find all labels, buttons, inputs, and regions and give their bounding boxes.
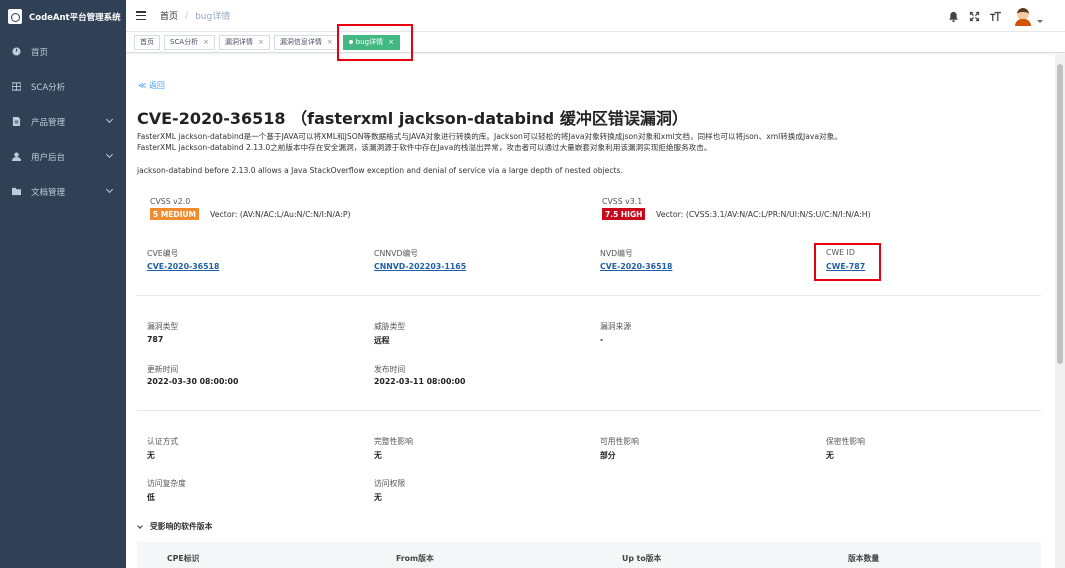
close-icon[interactable]: × [327,38,333,46]
close-icon[interactable]: × [203,38,209,46]
breadcrumb-current: bug详情 [195,12,231,22]
vuln-source-value: - [600,335,604,344]
column-header[interactable]: 版本数量 [848,553,879,564]
breadcrumb-separator: / [185,10,189,21]
breadcrumb: 首页 / bug详情 [160,9,231,23]
nvd-id-label: NVD编号 [600,249,633,258]
availability-value: 部分 [600,451,616,460]
logo-icon [8,9,22,24]
tag-sca[interactable]: SCA分析 × [164,34,215,50]
access-complexity-label: 访问复杂度 [147,479,186,488]
divider [137,410,1041,411]
page-title: CVE-2020-36518 （fasterxml jackson-databi… [137,109,688,128]
tag-vuln-detail[interactable]: 漏洞详情 × [219,34,270,50]
cnnvd-id-link[interactable]: CNNVD-202203-1165 [374,262,466,271]
publish-time-label: 发布时间 [374,365,406,374]
app-logo[interactable]: CodeAnt平台管理系统 [0,0,126,33]
document-icon [12,117,21,126]
affected-versions-toggle[interactable]: 受影响的软件版本 [137,521,213,532]
vuln-type-value: 787 [147,335,164,344]
cvss3-badge: 7.5 HIGH [602,208,646,220]
affected-versions-table-header: CPE标识 From版本 Up to版本 版本数量 [137,542,1041,568]
hamburger-icon[interactable] [136,11,146,20]
dashboard-icon [12,47,21,56]
sidebar-item-label: 首页 [31,47,49,58]
affected-versions-title: 受影响的软件版本 [150,522,213,531]
tags-view: 首页 SCA分析 × 漏洞详情 × 漏洞信息详情 × bug详情 × [126,32,1065,53]
cve-id-label: CVE编号 [147,249,179,258]
tag-vuln-info-detail[interactable]: 漏洞信息详情 × [273,34,339,50]
sidebar-item-docs[interactable]: 文档管理 [0,174,126,209]
access-complexity-value: 低 [147,493,155,502]
highlight-box-cwe [814,243,881,281]
bell-icon[interactable] [947,10,959,22]
confidentiality-label: 保密性影响 [826,437,865,446]
sidebar-item-label: 用户后台 [31,152,66,163]
availability-label: 可用性影响 [600,437,639,446]
user-icon [12,152,21,161]
access-privilege-value: 无 [374,493,382,502]
access-privilege-label: 访问权限 [374,479,406,488]
main-content: ≪ 返回 CVE-2020-36518 （fasterxml jackson-d… [126,54,1055,568]
sidebar-item-user[interactable]: 用户后台 [0,139,126,174]
auth-method-value: 无 [147,451,155,460]
cvss3-label: CVSS v3.1 [602,197,643,206]
chevron-down-icon [105,185,114,194]
column-header[interactable]: Up to版本 [622,553,661,564]
publish-time-value: 2022-03-11 08:00:00 [374,377,466,386]
cvss2-vector: Vector: (AV:N/AC:L/Au:N/C:N/I:N/A:P) [210,210,351,219]
description-zh-2: FasterXML jackson-databind 2.13.0之前版本中存在… [137,143,712,152]
sidebar-item-sca[interactable]: SCA分析 [0,69,126,104]
cvss3-vector: Vector: (CVSS:3.1/AV:N/AC:L/PR:N/UI:N/S:… [656,210,871,219]
avatar[interactable] [1013,6,1033,26]
caret-down-icon[interactable] [1037,19,1043,23]
tag-home[interactable]: 首页 [134,34,160,50]
vuln-source-label: 漏洞来源 [600,322,632,331]
integrity-value: 无 [374,451,382,460]
sidebar-item-label: SCA分析 [31,82,66,93]
breadcrumb-home[interactable]: 首页 [160,9,178,22]
sidebar-item-label: 文档管理 [31,187,66,198]
close-icon[interactable]: × [258,38,264,46]
column-header[interactable]: From版本 [396,553,434,564]
back-link[interactable]: ≪ 返回 [138,80,165,91]
auth-method-label: 认证方式 [147,437,179,446]
divider [137,295,1041,296]
sidebar-item-label: 产品管理 [31,117,66,128]
description-en: jackson-databind before 2.13.0 allows a … [137,166,623,175]
grid-icon [12,82,21,91]
chevron-down-icon [105,115,114,124]
cnnvd-id-label: CNNVD编号 [374,249,419,258]
confidentiality-value: 无 [826,451,834,460]
description-zh-1: FasterXML jackson-databind是一个基于JAVA可以将XM… [137,132,842,141]
cve-id-link[interactable]: CVE-2020-36518 [147,262,219,271]
nvd-id-link[interactable]: CVE-2020-36518 [600,262,672,271]
sidebar-item-product[interactable]: 产品管理 [0,104,126,139]
update-time-label: 更新时间 [147,365,179,374]
sidebar-item-home[interactable]: 首页 [0,34,126,69]
font-size-icon[interactable] [989,10,1001,22]
integrity-label: 完整性影响 [374,437,413,446]
chevron-down-icon [137,522,143,529]
scrollbar-thumb[interactable] [1057,64,1063,364]
threat-type-value: 远程 [374,336,390,345]
folder-icon [12,187,21,196]
vuln-type-label: 漏洞类型 [147,322,179,331]
chevron-down-icon [105,150,114,159]
app-title: CodeAnt平台管理系统 [29,12,121,23]
column-header[interactable]: CPE标识 [167,553,199,564]
update-time-value: 2022-03-30 08:00:00 [147,377,239,386]
header-actions [938,6,1043,26]
cvss2-label: CVSS v2.0 [150,197,191,206]
scrollbar[interactable] [1055,54,1065,568]
threat-type-label: 威胁类型 [374,322,406,331]
sidebar: CodeAnt平台管理系统 首页 SCA分析 产品管理 用户后台 文档管理 [0,0,126,568]
fullscreen-icon[interactable] [968,10,980,22]
cvss2-badge: 5 MEDIUM [150,208,199,220]
top-navbar: 首页 / bug详情 [126,0,1065,32]
